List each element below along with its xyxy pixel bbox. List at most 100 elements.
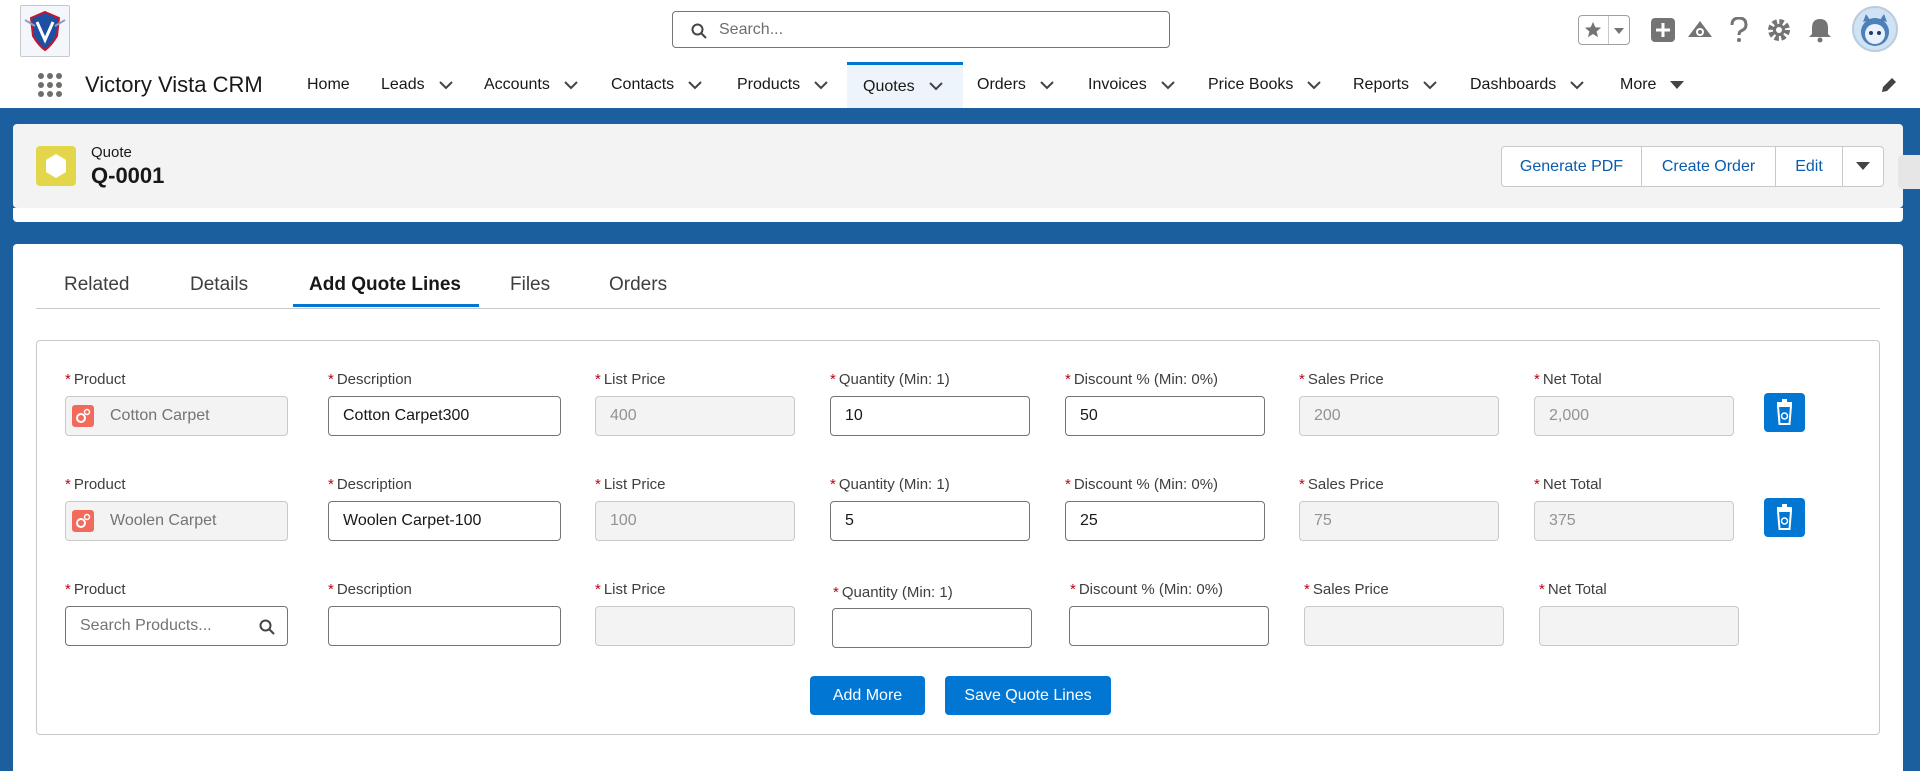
trailhead-icon[interactable] bbox=[1686, 17, 1714, 43]
company-logo[interactable] bbox=[20, 5, 70, 57]
record-name: Q-0001 bbox=[91, 163, 165, 188]
nav-item-accounts[interactable]: Accounts bbox=[484, 62, 578, 108]
net-total-label: * Net Total bbox=[1534, 476, 1602, 493]
caret-down-icon bbox=[1856, 162, 1870, 170]
global-actions-icon[interactable] bbox=[1650, 17, 1676, 43]
discount-input[interactable]: 25 bbox=[1065, 501, 1265, 541]
sales-price-label: * Sales Price bbox=[1304, 581, 1389, 598]
tab-orders[interactable]: Orders bbox=[609, 274, 667, 296]
add-more-button[interactable]: Add More bbox=[810, 676, 925, 715]
edit-nav-pencil-icon[interactable] bbox=[1880, 76, 1898, 94]
star-icon bbox=[1584, 21, 1602, 38]
description-input[interactable]: Cotton Carpet300 bbox=[328, 396, 561, 436]
more-actions-button[interactable] bbox=[1843, 147, 1883, 186]
nav-item-reports[interactable]: Reports bbox=[1353, 62, 1437, 108]
edit-button[interactable]: Edit bbox=[1776, 147, 1843, 186]
chevron-down-icon[interactable] bbox=[688, 80, 702, 90]
nav-item-label: Reports bbox=[1353, 76, 1410, 93]
global-search[interactable]: Search... bbox=[672, 11, 1170, 48]
nav-item-home[interactable]: Home bbox=[307, 62, 350, 108]
list-price-field bbox=[595, 606, 795, 646]
chevron-down-icon[interactable] bbox=[1570, 80, 1584, 90]
quantity-input[interactable]: 5 bbox=[830, 501, 1030, 541]
product-field[interactable]: Woolen Carpet bbox=[65, 501, 288, 541]
create-order-button[interactable]: Create Order bbox=[1642, 147, 1776, 186]
chevron-down-icon[interactable] bbox=[438, 80, 453, 90]
tab-add-quote-lines[interactable]: Add Quote Lines bbox=[309, 274, 461, 296]
save-quote-lines-button[interactable]: Save Quote Lines bbox=[945, 676, 1111, 715]
sales-price-field bbox=[1304, 606, 1504, 646]
tab-related[interactable]: Related bbox=[64, 274, 130, 296]
quote-record-icon bbox=[36, 146, 76, 186]
net-total-field bbox=[1539, 606, 1739, 646]
record-header-footer bbox=[13, 208, 1903, 222]
panel-toggle-handle[interactable] bbox=[1898, 155, 1920, 189]
quantity-label: * Quantity (Min: 1) bbox=[830, 371, 950, 388]
record-actions: Generate PDF Create Order Edit bbox=[1501, 146, 1884, 187]
tab-details[interactable]: Details bbox=[190, 274, 248, 296]
chevron-down-icon[interactable] bbox=[1613, 27, 1625, 35]
search-icon bbox=[691, 23, 707, 39]
product-field[interactable]: Cotton Carpet bbox=[65, 396, 288, 436]
sales-price-field: 200 bbox=[1299, 396, 1499, 436]
list-price-label: * List Price bbox=[595, 371, 666, 388]
gear-icon[interactable] bbox=[1766, 17, 1792, 43]
nav-item-more[interactable]: More bbox=[1620, 62, 1685, 108]
active-tab-indicator bbox=[293, 304, 479, 307]
discount-input[interactable]: 50 bbox=[1065, 396, 1265, 436]
description-input[interactable]: Woolen Carpet-100 bbox=[328, 501, 561, 541]
nav-item-label: Quotes bbox=[863, 77, 915, 95]
record-header: Quote Q-0001 Generate PDF Create Order E… bbox=[13, 124, 1903, 208]
nav-item-price-books[interactable]: Price Books bbox=[1208, 62, 1322, 108]
nav-item-label: Orders bbox=[977, 76, 1026, 93]
nav-item-leads[interactable]: Leads bbox=[381, 62, 453, 108]
tab-files[interactable]: Files bbox=[510, 274, 550, 296]
sales-price-field: 75 bbox=[1299, 501, 1499, 541]
sales-price-label: * Sales Price bbox=[1299, 476, 1384, 493]
description-label: * Description bbox=[328, 371, 412, 388]
chevron-down-icon[interactable] bbox=[564, 80, 578, 90]
description-label: * Description bbox=[328, 476, 412, 493]
app-launcher-icon[interactable] bbox=[37, 72, 63, 98]
search-icon bbox=[259, 619, 275, 635]
global-header: Search... bbox=[0, 0, 1920, 62]
list-price-field: 100 bbox=[595, 501, 795, 541]
discount-input[interactable] bbox=[1069, 606, 1269, 646]
nav-item-quotes[interactable]: Quotes bbox=[847, 62, 963, 108]
quantity-input[interactable] bbox=[832, 608, 1032, 648]
product-icon bbox=[72, 405, 94, 427]
description-input[interactable] bbox=[328, 606, 561, 646]
search-placeholder: Search... bbox=[719, 21, 784, 38]
quantity-input[interactable]: 10 bbox=[830, 396, 1030, 436]
nav-item-label: Leads bbox=[381, 76, 425, 93]
chevron-down-icon[interactable] bbox=[1160, 80, 1175, 90]
notifications-bell-icon[interactable] bbox=[1808, 17, 1832, 43]
net-total-label: * Net Total bbox=[1534, 371, 1602, 388]
caret-down-icon[interactable] bbox=[1670, 80, 1685, 90]
generate-pdf-button[interactable]: Generate PDF bbox=[1502, 147, 1642, 186]
list-price-field: 400 bbox=[595, 396, 795, 436]
app-navigation: Victory Vista CRM Home Leads Accounts Co… bbox=[0, 62, 1920, 111]
delete-line-button[interactable] bbox=[1764, 498, 1805, 537]
chevron-down-icon[interactable] bbox=[1423, 80, 1437, 90]
nav-item-contacts[interactable]: Contacts bbox=[611, 62, 702, 108]
quote-lines-form: * Product * Description * List Price * Quant… bbox=[36, 340, 1880, 735]
chevron-down-icon[interactable] bbox=[814, 80, 828, 90]
help-icon[interactable] bbox=[1728, 17, 1750, 43]
nav-item-label: More bbox=[1620, 76, 1657, 93]
list-price-label: * List Price bbox=[595, 476, 666, 493]
discount-label: * Discount % (Min: 0%) bbox=[1065, 476, 1219, 493]
nav-item-invoices[interactable]: Invoices bbox=[1088, 62, 1175, 108]
nav-item-products[interactable]: Products bbox=[737, 62, 828, 108]
description-label: * Description bbox=[328, 581, 412, 598]
chevron-down-icon[interactable] bbox=[1307, 80, 1322, 90]
delete-line-button[interactable] bbox=[1764, 393, 1805, 432]
chevron-down-icon[interactable] bbox=[1040, 80, 1054, 90]
chevron-down-icon[interactable] bbox=[928, 82, 943, 91]
nav-item-label: Contacts bbox=[611, 76, 675, 93]
nav-item-dashboards[interactable]: Dashboards bbox=[1470, 62, 1584, 108]
product-search-input[interactable]: Search Products... bbox=[65, 606, 288, 646]
nav-item-orders[interactable]: Orders bbox=[977, 62, 1054, 108]
favorites-button[interactable] bbox=[1578, 15, 1630, 45]
user-avatar[interactable] bbox=[1852, 6, 1898, 52]
